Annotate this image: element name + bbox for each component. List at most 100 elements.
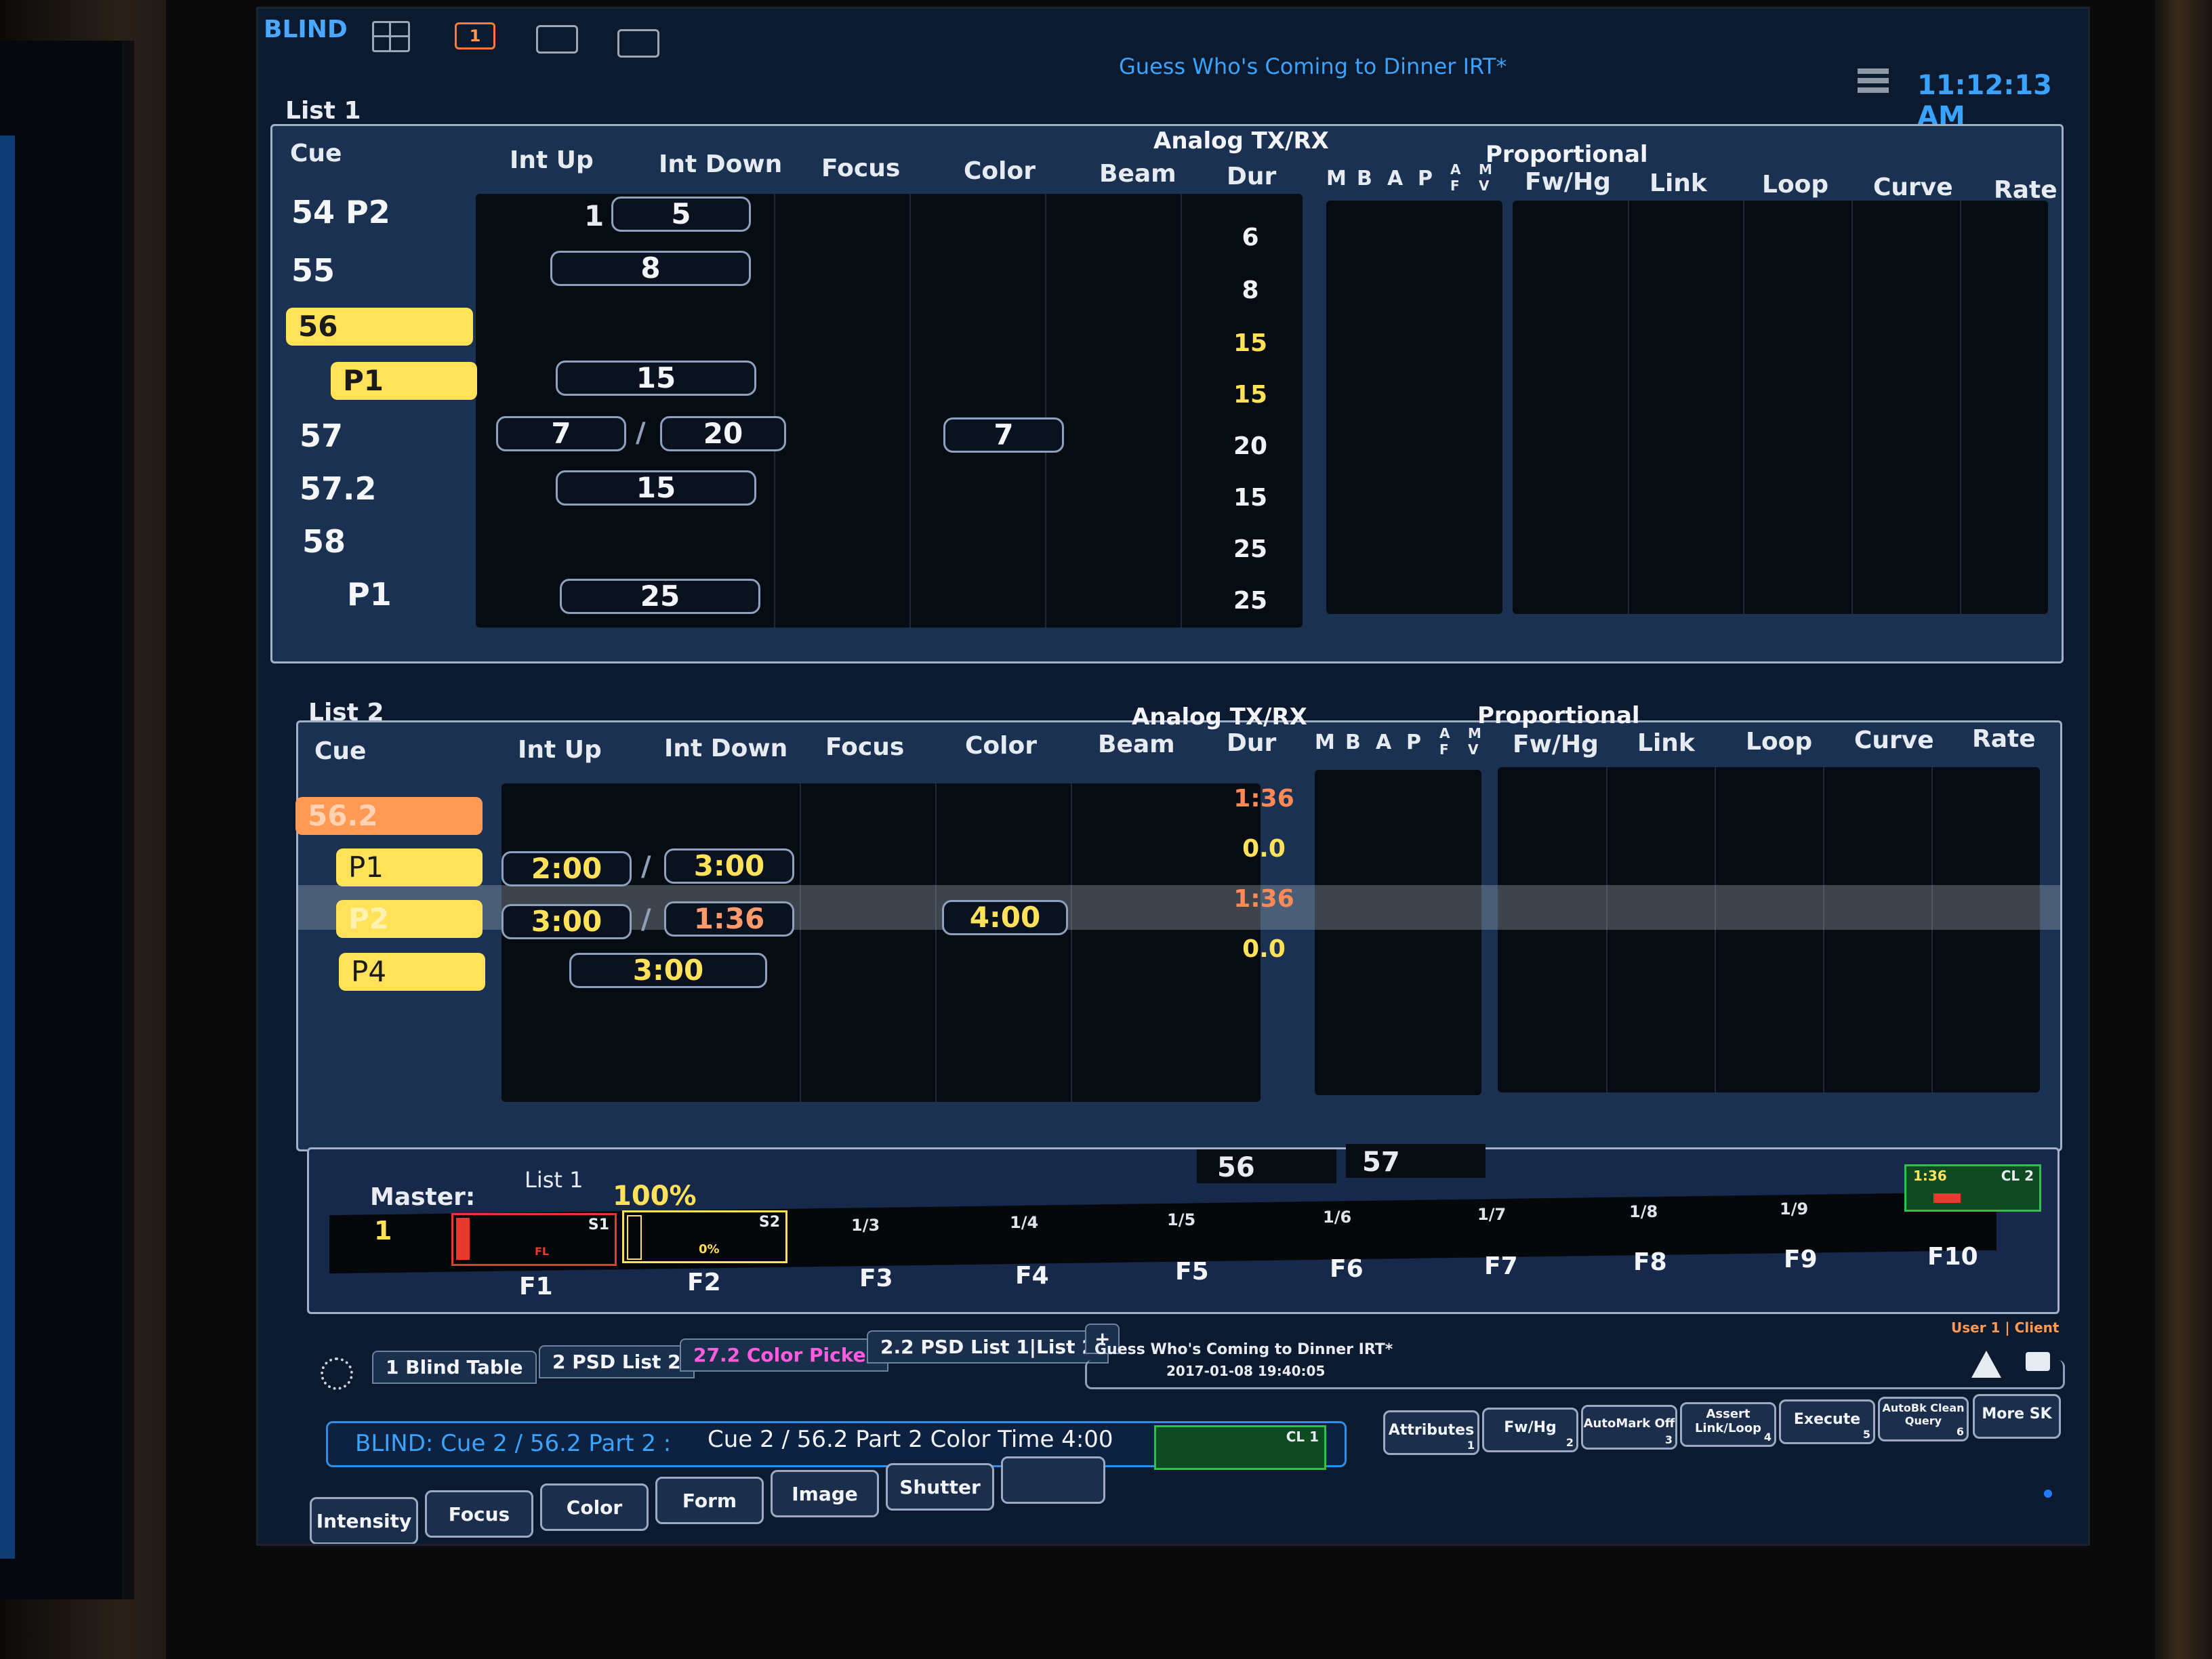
list1-col-dur: Dur (1227, 163, 1277, 190)
list2-flag-p: P (1406, 731, 1421, 754)
list1-flag-f-bottom: F (1450, 178, 1460, 194)
list2-row4-intdown[interactable]: 3:00 (569, 953, 767, 988)
softkey-assert-link-loop[interactable]: Assert Link/Loop 4 (1680, 1402, 1776, 1447)
param-blank-button[interactable] (1001, 1456, 1105, 1504)
param-image-button[interactable]: Image (771, 1470, 879, 1517)
list1-row5-color[interactable]: 7 (943, 417, 1064, 453)
softkey-fwhg[interactable]: Fw/Hg 2 (1482, 1408, 1578, 1452)
param-shutter-button[interactable]: Shutter (886, 1463, 994, 1511)
fader-f7-key[interactable]: F7 (1484, 1252, 1518, 1280)
fader-f5-key[interactable]: F5 (1175, 1258, 1209, 1286)
list1-cue-row-2[interactable]: 55 (291, 252, 335, 289)
list2-flag-a-top: A (1439, 725, 1450, 741)
param-image-label: Image (792, 1483, 858, 1505)
list2-row3-color[interactable]: 4:00 (942, 900, 1068, 935)
param-color-button[interactable]: Color (540, 1483, 649, 1531)
tab-color-picker[interactable]: 27.2 Color Picker (680, 1338, 889, 1372)
list1-row3-dur: 15 (1233, 329, 1268, 357)
fader-f8-key[interactable]: F8 (1633, 1248, 1667, 1276)
list1-cue-row-8[interactable]: P1 (347, 576, 392, 613)
mode-label[interactable]: BLIND (264, 16, 348, 43)
list2-col-intdown: Int Down (664, 735, 788, 762)
fader-f3-key[interactable]: F3 (859, 1265, 893, 1292)
list2-row2-intup[interactable]: 2:00 (501, 851, 632, 886)
list1-row1-intdown[interactable]: 5 (611, 197, 751, 232)
tab-psd-list-1-list-2[interactable]: 2.2 PSD List 1|List 2 (867, 1330, 1109, 1364)
list2-col-focus: Focus (825, 733, 905, 761)
list1-cue-row-4-part[interactable]: P1 (331, 362, 477, 400)
list1-row8-intdown[interactable]: 25 (560, 579, 760, 614)
monitor-layout-icon[interactable] (372, 21, 410, 52)
softkey-attributes-label: Attributes (1388, 1422, 1475, 1439)
fader-f1-sub: FL (535, 1245, 550, 1258)
list1-row6-intdown[interactable]: 15 (556, 470, 756, 506)
softkey-autoblk-clean-query[interactable]: AutoBk Clean Query 6 (1878, 1397, 1969, 1441)
network-icon (1858, 68, 1889, 96)
tab-blind-table[interactable]: 1 Blind Table (372, 1351, 537, 1384)
list1-row4-intdown[interactable]: 15 (556, 361, 756, 396)
param-form-label: Form (682, 1490, 737, 1512)
list2-cue-row-2[interactable]: P1 (336, 848, 483, 886)
fader-list-label: List 1 (525, 1167, 583, 1193)
softkey-execute[interactable]: Execute 5 (1779, 1399, 1875, 1444)
softkey-automark-off[interactable]: AutoMark Off 3 (1581, 1405, 1677, 1450)
list1-cue-row-7[interactable]: 58 (302, 523, 346, 560)
fader-f3-page: 1/3 (851, 1216, 880, 1235)
fader-f6-key[interactable]: F6 (1330, 1255, 1364, 1283)
list2-cue-row-3-selected[interactable]: P2 (336, 900, 483, 938)
list1-row2-intdown[interactable]: 8 (550, 251, 751, 286)
list1-flag-p: P (1418, 167, 1433, 190)
list1-col-intdown: Int Down (659, 150, 783, 178)
fader-f10[interactable]: 1:36 CL 2 (1904, 1164, 2041, 1212)
fader-f1-key[interactable]: F1 (519, 1273, 553, 1300)
list1-row5-intdown[interactable]: 20 (660, 416, 786, 451)
status-show-title: Guess Who's Coming to Dinner IRT* (1094, 1341, 1393, 1358)
softkey-attributes[interactable]: Attributes 1 (1383, 1410, 1479, 1455)
list2-cue-row-1-current[interactable]: 56.2 (295, 797, 483, 835)
workspace-3-button[interactable] (617, 29, 659, 58)
fader-f9-key[interactable]: F9 (1784, 1246, 1818, 1273)
clock: 11:12:13 AM (1917, 70, 2052, 132)
list2-row2-dur: 0.0 (1242, 835, 1286, 863)
list1-cue-row-6[interactable]: 57.2 (300, 470, 377, 507)
tab-psd-list-2[interactable]: 2 PSD List 2 (539, 1345, 695, 1378)
unlock-icon[interactable] (2026, 1352, 2050, 1371)
param-intensity-label: Intensity (316, 1510, 412, 1532)
fader-f10-key[interactable]: F10 (1927, 1243, 1978, 1271)
list1-row1-intup[interactable]: 1 (584, 199, 604, 232)
fader-f4-key[interactable]: F4 (1015, 1262, 1049, 1290)
list1-cue-row-1[interactable]: 54 P2 (291, 194, 390, 230)
list1-row6-dur: 15 (1233, 484, 1268, 512)
pending-cue-56: 56 (1197, 1149, 1336, 1183)
list2-col-rate: Rate (1972, 725, 2036, 753)
fader-f2-key[interactable]: F2 (687, 1269, 721, 1296)
fader-f1[interactable]: S1 FL (451, 1213, 617, 1266)
fader-f2[interactable]: S2 0% (622, 1210, 787, 1263)
param-intensity-button[interactable]: Intensity (310, 1497, 418, 1544)
softkey-4-number: 4 (1763, 1431, 1771, 1443)
list1-cue-row-5[interactable]: 57 (300, 417, 343, 454)
list2-row3-intup[interactable]: 3:00 (501, 904, 632, 939)
workspace-1-button[interactable]: 1 (455, 22, 495, 49)
param-focus-button[interactable]: Focus (425, 1490, 533, 1538)
list2-row2-intdown[interactable]: 3:00 (664, 848, 794, 884)
list2-row3-intdown[interactable]: 1:36 (664, 901, 794, 937)
list1-cue-row-3-current[interactable]: 56 (286, 308, 473, 346)
settings-gear-icon[interactable] (321, 1357, 353, 1390)
list2-cue-row-4[interactable]: P4 (339, 953, 485, 991)
fader-f10-sub: CL 2 (2001, 1168, 2034, 1184)
list2-flag-b: B (1345, 731, 1361, 754)
list1-title: List 1 (285, 97, 361, 125)
show-title: Guess Who's Coming to Dinner IRT* (1119, 54, 1507, 79)
workspace-2-button[interactable] (536, 25, 578, 54)
list2-col-intup: Int Up (518, 736, 602, 764)
list1-col-focus: Focus (821, 155, 901, 182)
fader-panel: Master: List 1 100% 56 57 1 S1 FL S2 0% … (307, 1144, 2060, 1314)
list2-col-dur: Dur (1227, 729, 1277, 757)
softkey-more[interactable]: More SK (1973, 1394, 2061, 1439)
power-led (2044, 1490, 2052, 1498)
list2-row3-slash: / (641, 904, 651, 935)
list1-row5-intup[interactable]: 7 (496, 416, 626, 451)
param-form-button[interactable]: Form (655, 1477, 764, 1524)
list2-flag-v-bottom: V (1468, 741, 1479, 758)
